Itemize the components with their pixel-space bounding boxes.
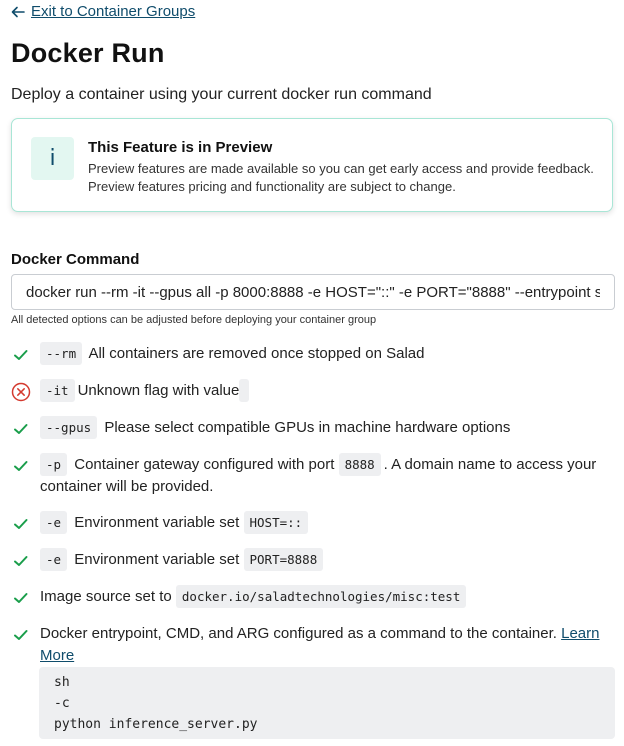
option-text: Container gateway configured with port	[74, 456, 335, 473]
check-icon	[14, 424, 28, 434]
check-icon	[14, 630, 28, 640]
page-title: Docker Run	[11, 38, 165, 68]
flag-chip: -e	[40, 548, 68, 571]
docker-run-page: Exit to Container Groups Docker Run Depl…	[0, 0, 624, 746]
value-chip: docker.io/saladtechnologies/misc:test	[175, 585, 467, 608]
option-gpus: --gpus Please select compatible GPUs in …	[11, 416, 617, 439]
check-icon	[14, 350, 28, 360]
entrypoint-command-block: sh -c python inference_server.py	[39, 667, 615, 739]
flag-chip: --rm	[40, 342, 83, 365]
option-text: Environment variable set	[74, 551, 240, 568]
option-text: Please select compatible GPUs in machine…	[104, 419, 511, 436]
value-chip: HOST=::	[243, 511, 309, 534]
option-text: All containers are removed once stopped …	[88, 345, 425, 362]
command-line: -c	[54, 696, 70, 711]
value-chip	[239, 379, 250, 402]
docker-command-input[interactable]	[11, 274, 615, 310]
option-text: Docker entrypoint, CMD, and ARG configur…	[40, 625, 557, 642]
info-icon: i	[31, 137, 74, 180]
docker-command-hint: All detected options can be adjusted bef…	[11, 314, 377, 326]
arrow-left-icon	[11, 6, 25, 17]
check-icon	[14, 556, 28, 566]
option-env-port: -e Environment variable set PORT=8888	[11, 548, 617, 571]
check-icon	[14, 593, 28, 603]
option-entrypoint: Docker entrypoint, CMD, and ARG configur…	[11, 623, 617, 667]
page-subtitle: Deploy a container using your current do…	[11, 86, 432, 103]
exit-to-container-groups-link[interactable]: Exit to Container Groups	[31, 3, 195, 20]
command-line: python inference_server.py	[54, 717, 258, 732]
notice-body: Preview features are made available so y…	[88, 161, 594, 194]
flag-chip: -p	[40, 453, 68, 476]
option-rm: --rm All containers are removed once sto…	[11, 342, 617, 365]
notice-title: This Feature is in Preview	[88, 139, 273, 156]
option-port: -p Container gateway configured with por…	[11, 453, 617, 498]
error-circle-x-icon	[11, 382, 31, 402]
docker-command-label: Docker Command	[11, 251, 140, 268]
value-chip: 8888	[338, 453, 381, 476]
preview-notice: i This Feature is in Preview Preview fea…	[11, 118, 613, 212]
option-image-source: Image source set to docker.io/saladtechn…	[11, 585, 617, 608]
flag-chip: -it	[40, 379, 75, 402]
check-icon	[14, 461, 28, 471]
flag-chip: -e	[40, 511, 68, 534]
option-text: Unknown flag with value	[77, 382, 240, 399]
option-text: Image source set to	[40, 588, 172, 605]
back-link-row[interactable]: Exit to Container Groups	[11, 3, 195, 20]
option-it: -it Unknown flag with value	[11, 379, 617, 402]
option-env-host: -e Environment variable set HOST=::	[11, 511, 617, 534]
check-icon	[14, 519, 28, 529]
command-line: sh	[54, 675, 70, 690]
option-text: Environment variable set	[74, 514, 240, 531]
flag-chip: --gpus	[40, 416, 98, 439]
value-chip: PORT=8888	[243, 548, 324, 571]
